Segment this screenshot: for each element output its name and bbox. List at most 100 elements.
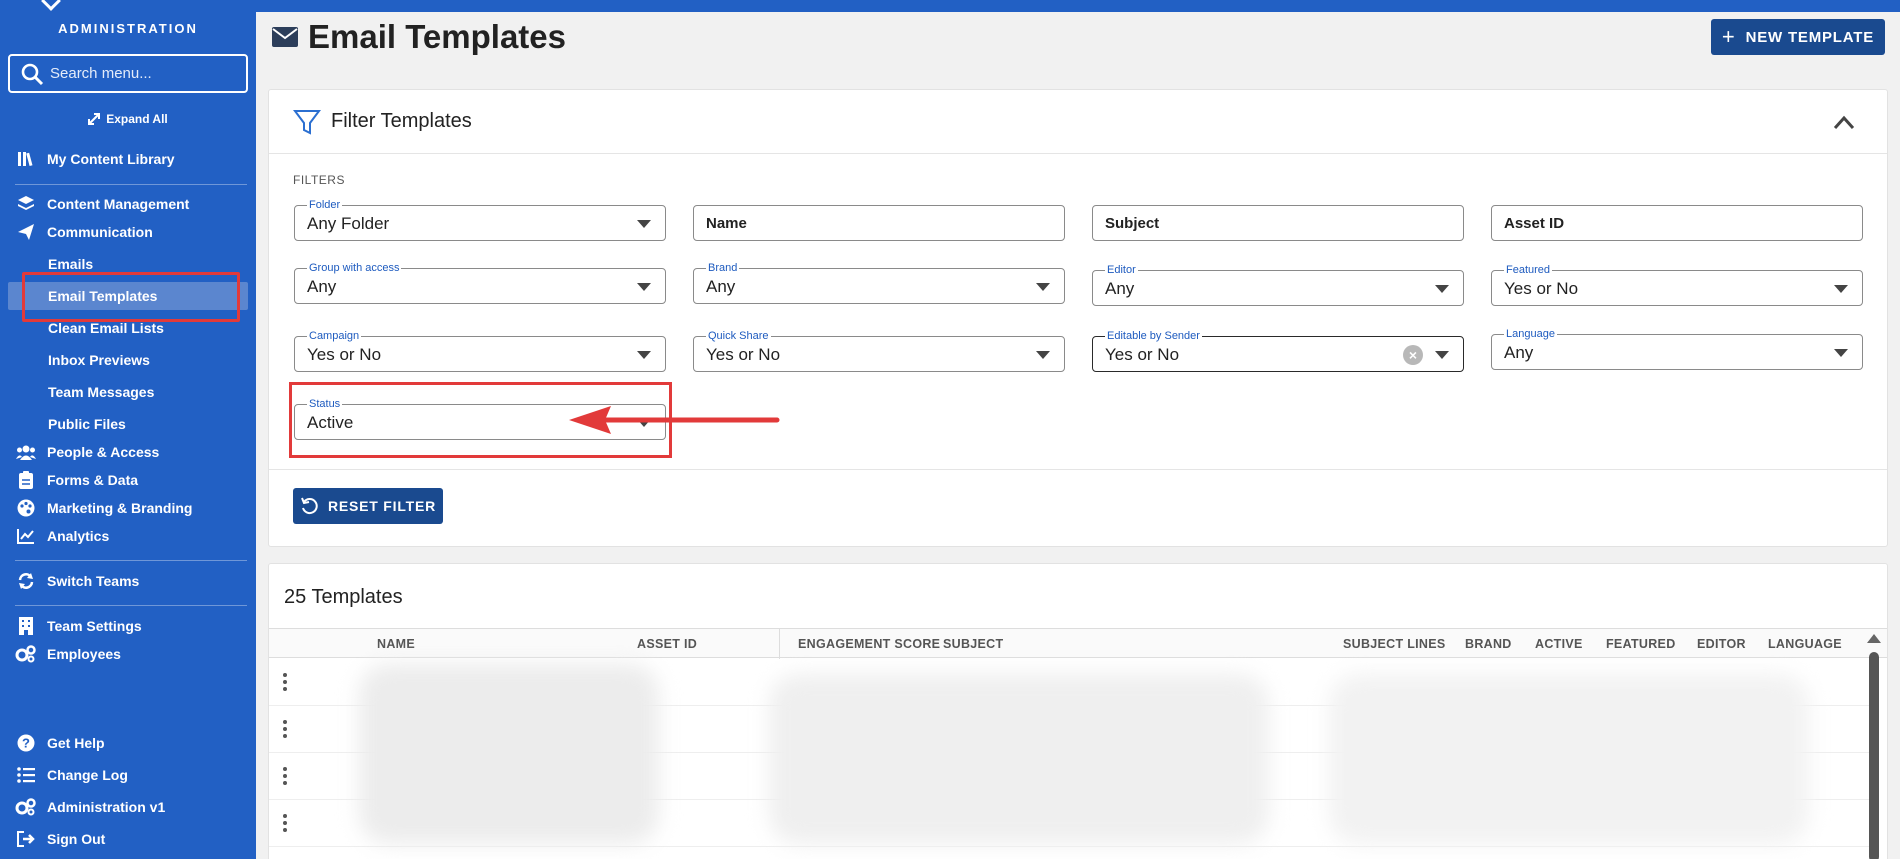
filter-panel-title: Filter Templates: [331, 110, 472, 132]
reset-filter-button[interactable]: RESET FILTER: [293, 488, 443, 524]
editor-label: Editor: [1105, 263, 1138, 277]
name-field[interactable]: Name: [693, 205, 1065, 241]
editor-value: Any: [1105, 279, 1135, 298]
sidebar-item-people-access[interactable]: People & Access: [0, 439, 256, 465]
sidebar-search[interactable]: [8, 54, 248, 93]
campaign-select[interactable]: Campaign Yes or No: [294, 329, 666, 372]
sidebar-item-public-files[interactable]: Public Files: [0, 410, 256, 438]
asset-id-field[interactable]: Asset ID: [1491, 205, 1863, 241]
sidebar-item-change-log[interactable]: Change Log: [0, 762, 256, 788]
sidebar-title: ADMINISTRATION: [58, 21, 198, 36]
filter-panel: Filter Templates FILTERS Folder Any Fold…: [268, 89, 1888, 547]
column-header-language[interactable]: LANGUAGE: [1768, 637, 1842, 651]
subject-placeholder: Subject: [1105, 215, 1160, 232]
sidebar-item-team-settings[interactable]: Team Settings: [0, 613, 256, 639]
more-vert-icon[interactable]: [283, 767, 287, 785]
sidebar-item-content-management[interactable]: Content Management: [0, 191, 256, 217]
scroll-up-arrow-icon[interactable]: [1867, 634, 1881, 643]
chevron-down-icon: [637, 283, 651, 291]
sidebar-item-label: Communication: [47, 224, 153, 240]
column-header-asset-id[interactable]: ASSET ID: [637, 637, 697, 651]
sidebar-divider: [15, 605, 247, 606]
sidebar: ADMINISTRATION Expand All My Content Lib…: [0, 0, 256, 859]
sidebar-item-communication[interactable]: Communication: [0, 219, 256, 245]
sidebar-item-analytics[interactable]: Analytics: [0, 523, 256, 549]
table-header: NAME ASSET ID ENGAGEMENT SCORE SUBJECT S…: [269, 628, 1887, 659]
quick-share-value: Yes or No: [706, 345, 781, 364]
sidebar-item-label: Team Messages: [48, 384, 155, 400]
sidebar-item-clean-email-lists[interactable]: Clean Email Lists: [0, 314, 256, 342]
chevron-up-icon[interactable]: [1833, 112, 1855, 134]
chevron-down-icon: [1834, 349, 1848, 357]
sidebar-item-label: Public Files: [48, 416, 126, 432]
editor-select[interactable]: Editor Any: [1092, 263, 1464, 306]
column-header-subject-lines[interactable]: SUBJECT LINES: [1343, 637, 1446, 651]
filter-icon: [293, 109, 321, 135]
sidebar-divider: [15, 184, 247, 185]
sidebar-item-employees[interactable]: Employees: [0, 641, 256, 667]
sidebar-item-label: Switch Teams: [47, 573, 140, 589]
column-header-engagement-score[interactable]: ENGAGEMENT SCORE: [798, 637, 940, 651]
new-template-label: NEW TEMPLATE: [1745, 28, 1875, 46]
group-with-access-select[interactable]: Group with access Any: [294, 261, 666, 304]
sidebar-divider: [15, 560, 247, 561]
sidebar-item-label: Sign Out: [47, 831, 106, 847]
chevron-down-icon: [1435, 351, 1449, 359]
users-icon: [15, 441, 37, 463]
column-header-featured[interactable]: FEATURED: [1606, 637, 1676, 651]
more-vert-icon[interactable]: [283, 720, 287, 738]
sidebar-item-marketing-branding[interactable]: Marketing & Branding: [0, 495, 256, 521]
asset-id-placeholder: Asset ID: [1504, 215, 1565, 232]
column-header-editor[interactable]: EDITOR: [1697, 637, 1746, 651]
filter-divider: [269, 469, 1887, 470]
sidebar-item-switch-teams[interactable]: Switch Teams: [0, 568, 256, 594]
sidebar-item-team-messages[interactable]: Team Messages: [0, 378, 256, 406]
sidebar-item-label: My Content Library: [47, 151, 175, 167]
featured-select[interactable]: Featured Yes or No: [1491, 263, 1863, 306]
sidebar-item-my-content-library[interactable]: My Content Library: [0, 146, 256, 172]
quick-share-label: Quick Share: [706, 329, 771, 343]
more-vert-icon[interactable]: [283, 673, 287, 691]
list-icon: [15, 764, 37, 786]
sidebar-item-inbox-previews[interactable]: Inbox Previews: [0, 346, 256, 374]
sidebar-item-label: Change Log: [47, 767, 128, 783]
column-header-name[interactable]: NAME: [377, 637, 415, 651]
name-placeholder: Name: [706, 215, 747, 232]
new-template-button[interactable]: + NEW TEMPLATE: [1711, 19, 1885, 55]
sidebar-item-get-help[interactable]: ? Get Help: [0, 730, 256, 756]
sidebar-item-label: Forms & Data: [47, 472, 139, 488]
sidebar-item-label: Clean Email Lists: [48, 320, 164, 336]
sidebar-item-label: Marketing & Branding: [47, 500, 193, 516]
language-select[interactable]: Language Any: [1491, 327, 1863, 370]
sidebar-item-label: Content Management: [47, 196, 190, 212]
quick-share-select[interactable]: Quick Share Yes or No: [693, 329, 1065, 372]
chevron-down-icon: [637, 351, 651, 359]
expand-icon: [88, 113, 101, 125]
sidebar-item-sign-out[interactable]: Sign Out: [0, 826, 256, 852]
clear-icon[interactable]: ×: [1403, 345, 1423, 365]
layers-icon: [15, 193, 37, 215]
library-icon: [15, 148, 37, 170]
sidebar-item-label: Analytics: [47, 528, 110, 544]
column-separator: [779, 629, 780, 659]
subject-field[interactable]: Subject: [1092, 205, 1464, 241]
sidebar-item-administration-v1[interactable]: Administration v1: [0, 794, 256, 820]
editable-by-sender-value: Yes or No: [1105, 345, 1180, 364]
search-input[interactable]: [50, 65, 240, 82]
more-vert-icon[interactable]: [283, 814, 287, 832]
blurred-content: [1329, 674, 1809, 844]
editable-by-sender-select[interactable]: Editable by Sender Yes or No ×: [1092, 329, 1464, 372]
brand-select[interactable]: Brand Any: [693, 261, 1065, 304]
column-header-brand[interactable]: BRAND: [1465, 637, 1512, 651]
column-header-subject[interactable]: SUBJECT: [943, 637, 1003, 651]
folder-label: Folder: [307, 198, 343, 212]
column-header-active[interactable]: ACTIVE: [1535, 637, 1583, 651]
sidebar-item-forms-data[interactable]: Forms & Data: [0, 467, 256, 493]
expand-all-button[interactable]: Expand All: [0, 112, 256, 126]
vertical-scrollbar[interactable]: [1869, 652, 1879, 859]
filter-panel-header[interactable]: Filter Templates: [269, 90, 1887, 154]
chevron-down-icon: [1036, 283, 1050, 291]
sidebar-item-label: People & Access: [47, 444, 160, 460]
folder-select[interactable]: Folder Any Folder: [294, 198, 666, 241]
question-circle-icon: ?: [15, 732, 37, 754]
